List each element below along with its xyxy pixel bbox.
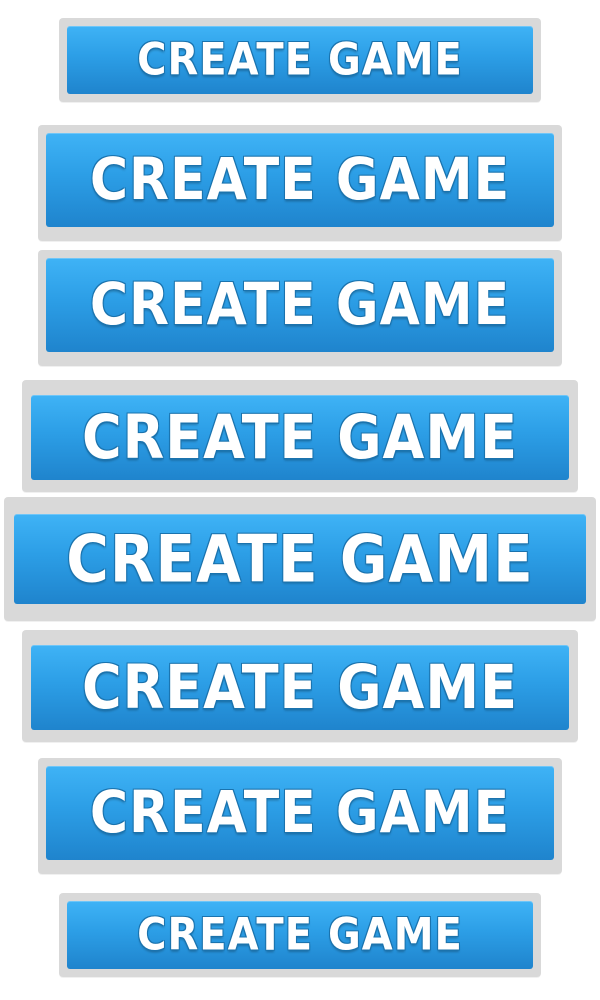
create-game-button-4[interactable]: CREATE GAME [31,395,569,480]
create-game-button-6[interactable]: CREATE GAME [31,645,569,730]
create-game-button-frame-1: CREATE GAME [59,18,541,102]
create-game-button-label: CREATE GAME [137,34,463,86]
create-game-button-1[interactable]: CREATE GAME [67,26,533,94]
create-game-button-frame-6: CREATE GAME [22,630,578,742]
create-game-button-label: CREATE GAME [82,401,518,473]
create-game-button-8[interactable]: CREATE GAME [67,901,533,969]
create-game-button-5[interactable]: CREATE GAME [14,514,586,604]
create-game-button-frame-8: CREATE GAME [59,893,541,977]
create-game-button-label: CREATE GAME [89,146,511,214]
create-game-button-frame-2: CREATE GAME [38,125,562,241]
create-game-button-frame-7: CREATE GAME [38,758,562,874]
create-game-button-frame-4: CREATE GAME [22,380,578,492]
create-game-button-label: CREATE GAME [66,520,534,598]
create-game-button-3[interactable]: CREATE GAME [46,258,554,352]
create-game-button-frame-3: CREATE GAME [38,250,562,366]
create-game-button-label: CREATE GAME [89,779,511,847]
create-game-button-label: CREATE GAME [137,909,463,961]
create-game-button-frame-5: CREATE GAME [4,497,596,621]
create-game-button-label: CREATE GAME [89,271,511,339]
create-game-button-label: CREATE GAME [82,651,518,723]
create-game-button-2[interactable]: CREATE GAME [46,133,554,227]
create-game-button-7[interactable]: CREATE GAME [46,766,554,860]
